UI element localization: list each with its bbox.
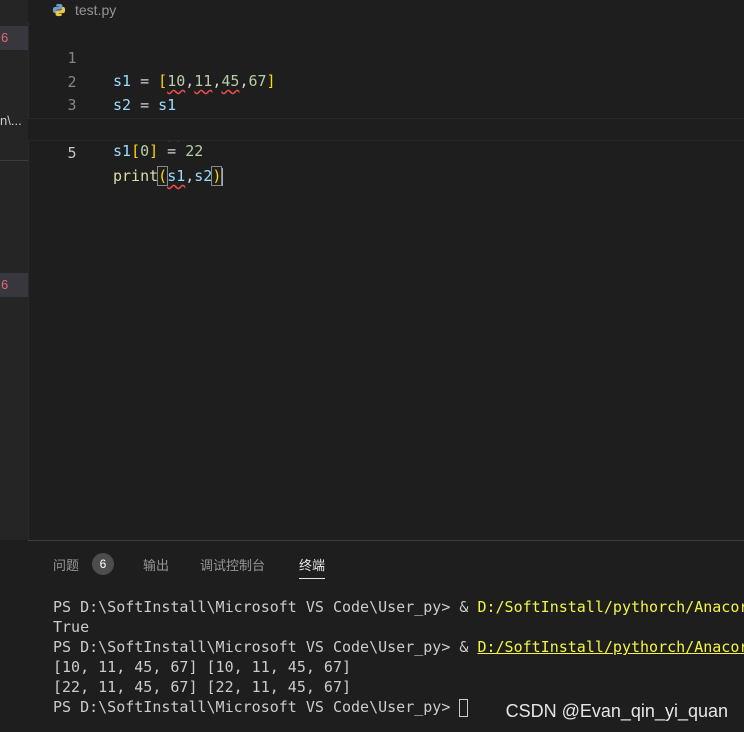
terminal-line: PS D:\SoftInstall\Microsoft VS Code\User… (53, 597, 744, 617)
terminal-cursor (459, 698, 469, 717)
sidebar-divider (0, 160, 28, 161)
code-line-3: 3 print(s1,s2) (28, 71, 744, 137)
truncated-path[interactable]: n\... (0, 113, 22, 128)
problem-count-badge-2[interactable]: 6 (0, 273, 28, 297)
terminal-line: [22, 11, 45, 67] [22, 11, 45, 67] (53, 678, 352, 696)
terminal-prompt: PS D:\SoftInstall\Microsoft VS Code\User… (53, 638, 460, 656)
terminal-line: [10, 11, 45, 67] [10, 11, 45, 67] (53, 658, 352, 676)
terminal-path: D:/SoftInstall/pythorch/Anacor (477, 598, 744, 616)
code-line-1: 1 s1 = [10,11,45,67] (28, 24, 744, 90)
problem-count-badge[interactable]: 6 (0, 26, 28, 50)
terminal-amp: & (459, 638, 478, 656)
code-text: print(s1,s2) (113, 166, 224, 186)
tab-debug-console[interactable]: 调试控制台 (200, 555, 265, 574)
code-editor[interactable]: 1 s1 = [10,11,45,67] 2 s2 = s1 3 print(s… (28, 22, 744, 540)
code-line-5: 5 print(s1,s2) (28, 118, 744, 186)
tab-terminal[interactable]: 终端 (299, 555, 326, 579)
problem-count: 6 (1, 30, 9, 45)
file-name[interactable]: test.py (75, 2, 116, 18)
terminal-line: PS D:\SoftInstall\Microsoft VS Code\User… (53, 637, 744, 657)
tab-output[interactable]: 输出 (143, 555, 169, 574)
line-number: 5 (67, 144, 77, 162)
editor-breadcrumb: test.py (28, 0, 744, 22)
explorer-sidebar: 6 n\... 6 (0, 0, 29, 540)
terminal-line: True (53, 618, 90, 636)
code-line-2: 2 s2 = s1 (28, 48, 744, 114)
watermark: CSDN @Evan_qin_yi_quan (505, 701, 728, 721)
terminal-path-link[interactable]: D:/SoftInstall/pythorch/Anacor (477, 638, 744, 656)
problems-badge: 6 (92, 553, 114, 575)
terminal-prompt: PS D:\SoftInstall\Microsoft VS Code\User… (53, 698, 460, 716)
code-line-4: 4 s1[0] = 22 (28, 94, 744, 160)
tab-problems[interactable]: 问题 (53, 555, 79, 574)
terminal-amp: & (459, 598, 478, 616)
text-cursor (221, 167, 224, 186)
terminal-prompt: PS D:\SoftInstall\Microsoft VS Code\User… (53, 598, 460, 616)
terminal-output[interactable]: PS D:\SoftInstall\Microsoft VS Code\User… (53, 597, 744, 717)
problem-count-2: 6 (1, 277, 9, 292)
code-text: s1[0] = 22 (113, 142, 204, 160)
python-icon (52, 3, 66, 17)
